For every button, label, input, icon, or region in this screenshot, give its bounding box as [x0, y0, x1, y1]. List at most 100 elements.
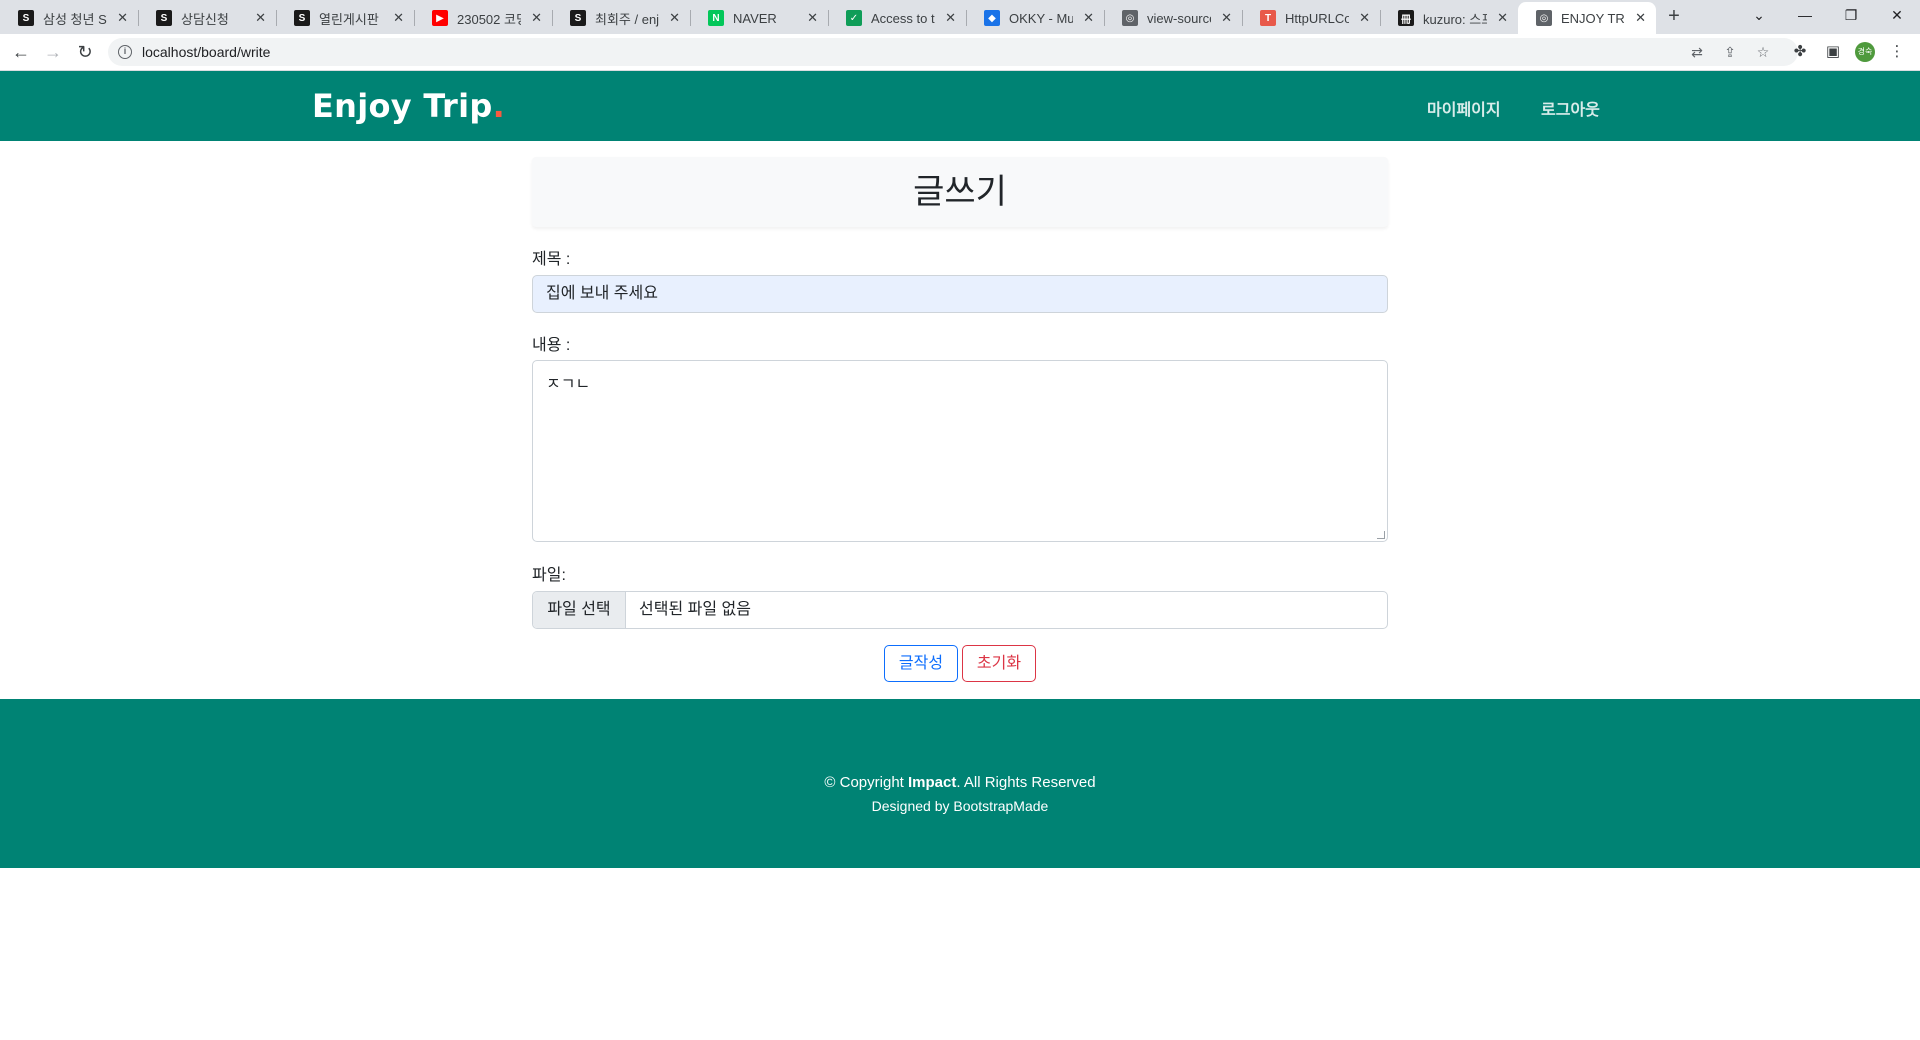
file-choose-button[interactable]: 파일 선택 — [533, 592, 626, 628]
content-text: ㅈㄱㄴ — [546, 376, 591, 393]
browser-tab[interactable]: N NAVER ✕ — [690, 2, 828, 34]
browser-tab[interactable]: S 최회주 / enjo ✕ — [552, 2, 690, 34]
tab-separator — [1380, 10, 1381, 26]
credits-text: Designed by BootstrapMade — [871, 798, 1049, 814]
resize-handle[interactable] — [1377, 531, 1385, 539]
browser-tab[interactable]: ◎ ENJOY TRIP ✕ — [1518, 2, 1656, 34]
browser-tab-strip: S 삼성 청년 SW ✕ S 상담신청 ✕ S 열린게시판 상 ✕ ▶ 230502 코딩 ✕ S 최회주… — [0, 0, 1920, 34]
browser-tab[interactable]: 冊 kuzuro: 스프 ✕ — [1380, 2, 1518, 34]
browser-tab[interactable]: ◆ OKKY - Multi ✕ — [966, 2, 1104, 34]
tab-separator — [828, 10, 829, 26]
tab-close-icon[interactable]: ✕ — [1635, 10, 1646, 26]
submit-button[interactable]: 글작성 — [884, 645, 958, 682]
tab-favicon-icon: ▶ — [432, 10, 448, 26]
tab-separator — [1104, 10, 1105, 26]
site-header: Enjoy Trip. 마이페이지 로그아웃 — [0, 71, 1920, 141]
tab-title: 열린게시판 상 — [319, 11, 383, 27]
tab-close-icon[interactable]: ✕ — [1359, 10, 1370, 26]
tab-title: 230502 코딩 — [457, 11, 522, 27]
back-icon[interactable]: ← — [9, 40, 33, 64]
tab-favicon-icon: N — [708, 10, 724, 26]
logo-dot: . — [492, 87, 506, 125]
file-status-text: 선택된 파일 없음 — [639, 601, 751, 618]
tab-close-icon[interactable]: ✕ — [117, 10, 128, 26]
tab-separator — [414, 10, 415, 26]
tab-close-icon[interactable]: ✕ — [1497, 10, 1508, 26]
tab-separator — [966, 10, 967, 26]
browser-tab[interactable]: ▶ 230502 코딩 ✕ — [414, 2, 552, 34]
tab-title: HttpURLConn — [1285, 10, 1350, 26]
restore-icon[interactable]: ❐ — [1828, 0, 1874, 30]
tab-favicon-icon: ◆ — [984, 10, 1000, 26]
site-logo[interactable]: Enjoy Trip. — [312, 87, 505, 125]
tab-close-icon[interactable]: ✕ — [393, 10, 404, 26]
tab-separator — [1242, 10, 1243, 26]
copyright-prefix: © Copyright — [824, 774, 908, 791]
tab-close-icon[interactable]: ✕ — [807, 10, 818, 26]
copyright-text: © Copyright Impact. All Rights Reserved — [0, 774, 1920, 791]
tab-separator — [552, 10, 553, 26]
tab-title: 상담신청 — [181, 11, 229, 27]
copyright-suffix: . All Rights Reserved — [956, 774, 1096, 791]
site-info-icon[interactable]: i — [118, 45, 132, 59]
write-form: 글쓰기 제목 : 집에 보내 주세요 내용 : ㅈㄱㄴ 파일: 파일 선택 선택… — [532, 157, 1388, 682]
tab-favicon-icon: S — [294, 10, 310, 26]
tab-title: view-source:l — [1147, 10, 1211, 26]
copyright-brand: Impact — [908, 774, 957, 791]
nav-logout-link[interactable]: 로그아웃 — [1541, 96, 1600, 120]
file-label: 파일: — [532, 567, 566, 584]
new-tab-button[interactable]: + — [1662, 4, 1686, 28]
tab-close-icon[interactable]: ✕ — [1221, 10, 1232, 26]
tab-favicon-icon: S — [18, 10, 34, 26]
tab-close-icon[interactable]: ✕ — [669, 10, 680, 26]
address-bar[interactable]: i localhost/board/write ⇄ ⇪ ☆ — [108, 38, 1798, 66]
menu-kebab-icon[interactable]: ⋮ — [1887, 42, 1907, 62]
browser-tab[interactable]: ◎ view-source:l ✕ — [1104, 2, 1242, 34]
profile-avatar[interactable]: 경숙 — [1855, 42, 1875, 62]
tab-favicon-icon: S — [156, 10, 172, 26]
share-icon[interactable]: ⇪ — [1721, 43, 1739, 61]
forward-icon[interactable]: → — [41, 40, 65, 64]
reset-button[interactable]: 초기화 — [962, 645, 1036, 682]
extensions-icon[interactable]: ✤ — [1790, 42, 1810, 62]
tab-favicon-icon: S — [570, 10, 586, 26]
tab-favicon-icon: ✓ — [846, 10, 862, 26]
tab-close-icon[interactable]: ✕ — [531, 10, 542, 26]
logo-text: Enjoy Trip — [312, 87, 493, 125]
tab-favicon-icon: T — [1260, 10, 1276, 26]
file-input[interactable]: 파일 선택 선택된 파일 없음 — [532, 591, 1388, 629]
browser-toolbar: ← → ↻ i localhost/board/write ⇄ ⇪ ☆ ✤ ▣ … — [0, 34, 1920, 71]
browser-tab[interactable]: S 열린게시판 상 ✕ — [276, 2, 414, 34]
tab-separator — [276, 10, 277, 26]
content-label: 내용 : — [532, 337, 571, 354]
page-title: 글쓰기 — [532, 157, 1388, 227]
tab-favicon-icon: 冊 — [1398, 10, 1414, 26]
tab-favicon-icon: ◎ — [1536, 10, 1552, 26]
content-textarea[interactable]: ㅈㄱㄴ — [532, 360, 1388, 542]
browser-tab[interactable]: S 상담신청 ✕ — [138, 2, 276, 34]
close-window-icon[interactable]: ✕ — [1874, 0, 1920, 30]
minimize-icon[interactable]: — — [1782, 0, 1828, 30]
subject-input[interactable]: 집에 보내 주세요 — [532, 275, 1388, 313]
url-text[interactable]: localhost/board/write — [142, 44, 270, 60]
tab-title: 삼성 청년 SW — [43, 11, 107, 27]
tab-close-icon[interactable]: ✕ — [945, 10, 956, 26]
browser-tab[interactable]: ✓ Access to the ✕ — [828, 2, 966, 34]
browser-tab[interactable]: T HttpURLConn ✕ — [1242, 2, 1380, 34]
tab-close-icon[interactable]: ✕ — [255, 10, 266, 26]
tab-search-icon[interactable]: ⌄ — [1736, 0, 1782, 30]
side-panel-icon[interactable]: ▣ — [1823, 42, 1843, 62]
tab-separator — [690, 10, 691, 26]
site-footer: © Copyright Impact. All Rights Reserved … — [0, 699, 1920, 868]
tab-title: Access to the — [871, 10, 935, 26]
browser-tab[interactable]: S 삼성 청년 SW ✕ — [0, 2, 138, 34]
tab-separator — [138, 10, 139, 26]
translate-icon[interactable]: ⇄ — [1688, 43, 1706, 61]
tab-favicon-icon: ◎ — [1122, 10, 1138, 26]
bookmark-star-icon[interactable]: ☆ — [1754, 43, 1772, 61]
subject-label: 제목 : — [532, 251, 571, 268]
nav-mypage-link[interactable]: 마이페이지 — [1427, 96, 1501, 120]
tab-close-icon[interactable]: ✕ — [1083, 10, 1094, 26]
reload-icon[interactable]: ↻ — [73, 40, 97, 64]
tab-title: NAVER — [733, 10, 777, 26]
